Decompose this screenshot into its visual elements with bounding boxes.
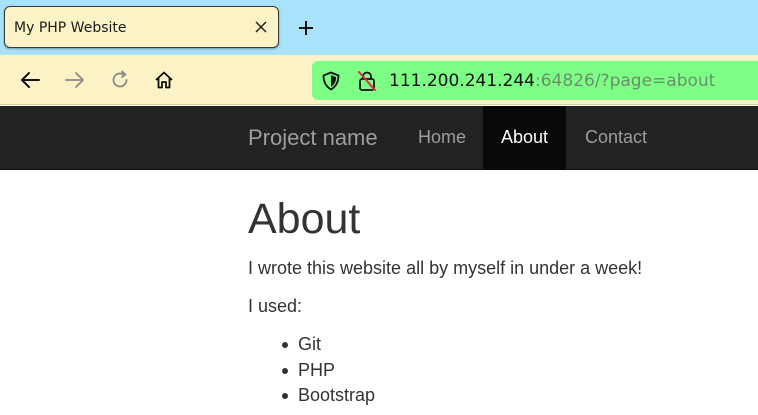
address-bar[interactable]: 111.200.241.244:64826/?page=about bbox=[312, 61, 758, 100]
arrow-right-icon[interactable] bbox=[62, 67, 88, 93]
list-item: Git bbox=[280, 333, 375, 359]
url-text[interactable]: 111.200.241.244:64826/?page=about bbox=[389, 71, 715, 91]
site-navbar: Project name Home About Contact bbox=[0, 106, 758, 170]
reload-icon[interactable] bbox=[107, 67, 133, 93]
browser-toolbar: 111.200.241.244:64826/?page=about bbox=[0, 55, 758, 105]
nav-about[interactable]: About bbox=[483, 106, 566, 169]
nav-contact[interactable]: Contact bbox=[567, 106, 665, 169]
list-item: PHP bbox=[280, 359, 375, 385]
brand-link[interactable]: Project name bbox=[248, 125, 378, 151]
url-path: :64826/?page=about bbox=[535, 71, 716, 91]
plus-icon[interactable] bbox=[295, 17, 317, 39]
tools-paragraph: I used: bbox=[248, 296, 303, 316]
shield-icon[interactable] bbox=[321, 71, 341, 91]
close-icon[interactable] bbox=[252, 18, 270, 36]
url-host: 111.200.241.244 bbox=[389, 71, 536, 91]
tab-strip: My PHP Website bbox=[0, 0, 758, 55]
intro-paragraph: I wrote this website all by myself in un… bbox=[248, 258, 643, 278]
browser-tab[interactable]: My PHP Website bbox=[4, 6, 279, 48]
list-item: Bootstrap bbox=[280, 384, 375, 410]
insecure-lock-icon[interactable] bbox=[357, 70, 377, 92]
tools-list: Git PHP Bootstrap bbox=[280, 333, 375, 410]
nav-home[interactable]: Home bbox=[400, 106, 484, 169]
tab-title: My PHP Website bbox=[14, 20, 127, 36]
arrow-left-icon[interactable] bbox=[17, 67, 43, 93]
home-icon[interactable] bbox=[151, 67, 177, 93]
page-title: About bbox=[248, 195, 361, 243]
